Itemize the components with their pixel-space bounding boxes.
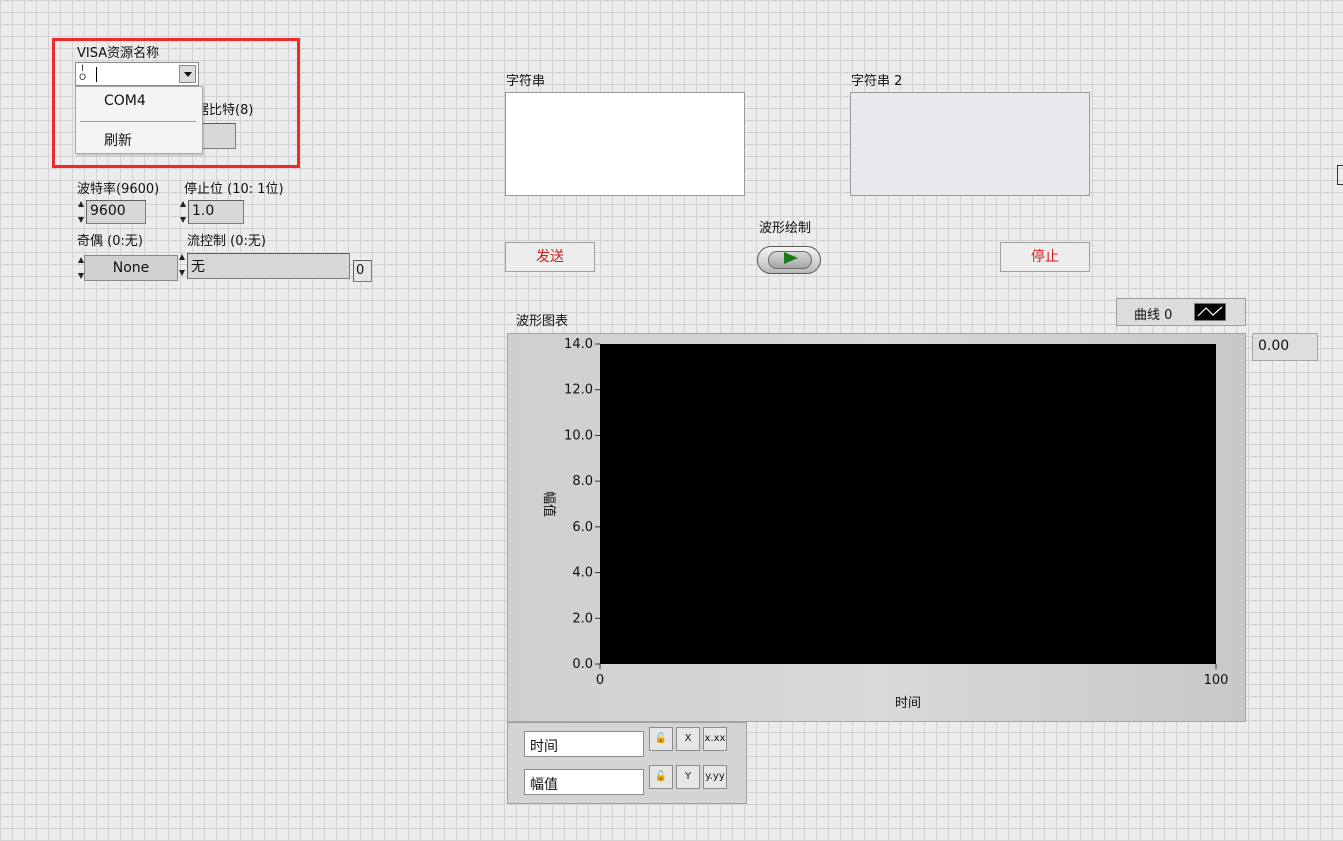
y-autoscale-icon[interactable]: Y — [676, 765, 700, 789]
string1-control[interactable] — [505, 92, 745, 196]
plot-area — [600, 344, 1216, 664]
baud-input[interactable]: 9600 — [86, 200, 146, 224]
chart-label: 波形图表 — [516, 314, 569, 329]
stop-bits-label: 停止位 (10: 1位) — [184, 182, 284, 197]
string2-label: 字符串 2 — [851, 74, 903, 89]
x-tick-label: 100 — [1204, 673, 1229, 688]
play-icon — [784, 252, 798, 264]
y-tick-label: 6.0 — [572, 520, 593, 535]
chart-plot-svg: 0.0 2.0 4.0 6.0 8.0 10.0 12.0 14.0 0 100 时间 幅值 — [541, 337, 1229, 711]
parity-label: 奇偶 (0:无) — [77, 234, 143, 249]
parity-ring[interactable]: None — [84, 255, 178, 281]
lock-icon[interactable]: 🔓 — [649, 765, 673, 789]
cursor-edge-mark — [1337, 165, 1343, 185]
plot-legend[interactable]: 曲线 0 — [1116, 298, 1246, 326]
stop-bits-spinner-icon[interactable] — [179, 198, 187, 226]
baud-spinner-icon[interactable] — [77, 198, 85, 226]
stop-button[interactable]: 停止 — [1000, 242, 1090, 272]
legend-series-name: 曲线 0 — [1134, 308, 1173, 323]
y-tick-label: 2.0 — [572, 611, 593, 626]
flow-spinner-icon[interactable] — [178, 251, 186, 279]
y-tick-label: 0.0 — [572, 657, 593, 672]
scale-legend: 时间 🔓 X x.xx 幅值 🔓 Y y.yy — [507, 722, 747, 804]
y-tick-label: 8.0 — [572, 474, 593, 489]
flow-label: 流控制 (0:无) — [187, 234, 266, 249]
digital-display: 0.00 — [1252, 333, 1318, 361]
x-tick-label: 0 — [596, 673, 604, 688]
y-tick-label: 10.0 — [564, 428, 593, 443]
baud-label: 波特率(9600) — [77, 182, 160, 197]
flow-ring[interactable]: 无 — [187, 253, 350, 279]
y-tick-label: 4.0 — [572, 566, 593, 581]
highlight-box — [52, 38, 300, 168]
send-button[interactable]: 发送 — [505, 242, 595, 272]
line-style-icon — [1194, 303, 1226, 321]
x-axis-title: 时间 — [895, 696, 921, 711]
lock-icon[interactable]: 🔓 — [649, 727, 673, 751]
waveform-toggle-label: 波形绘制 — [759, 221, 812, 236]
x-format-icon[interactable]: x.xx — [703, 727, 727, 751]
string1-label: 字符串 — [506, 74, 546, 89]
stop-bits-input[interactable]: 1.0 — [188, 200, 244, 224]
x-scale-name[interactable]: 时间 — [524, 731, 644, 757]
y-tick-label: 12.0 — [564, 383, 593, 398]
y-axis-title: 幅值 — [541, 491, 557, 517]
string2-indicator — [850, 92, 1090, 196]
y-scale-name[interactable]: 幅值 — [524, 769, 644, 795]
y-format-icon[interactable]: y.yy — [703, 765, 727, 789]
waveform-toggle[interactable] — [757, 246, 821, 274]
x-autoscale-icon[interactable]: X — [676, 727, 700, 751]
flow-index-display: 0 — [353, 260, 372, 282]
y-tick-label: 14.0 — [564, 337, 593, 352]
